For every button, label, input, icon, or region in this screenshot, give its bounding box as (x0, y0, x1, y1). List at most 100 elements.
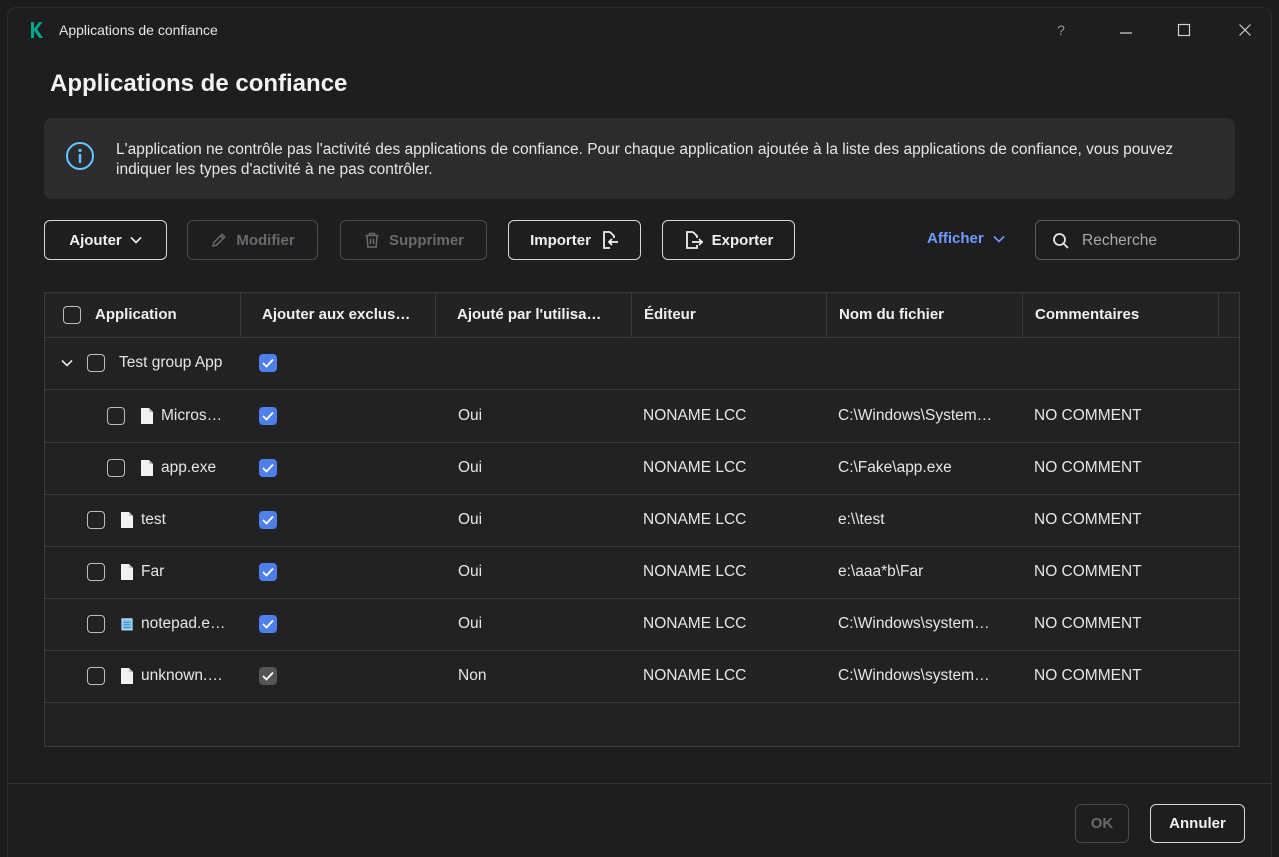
exclusion-checkbox[interactable] (259, 511, 277, 529)
modify-button[interactable]: Modifier (187, 220, 318, 260)
comment-cell: NO COMMENT (1034, 459, 1142, 476)
delete-button[interactable]: Supprimer (340, 220, 487, 260)
filename-cell: e:\\test (838, 511, 885, 528)
ok-button[interactable]: OK (1075, 804, 1129, 843)
column-header-label: Application (95, 306, 177, 323)
close-button[interactable] (1228, 16, 1262, 44)
column-header-exclusions[interactable]: Ajouter aux exclus… (241, 293, 436, 337)
exclusion-checkbox[interactable] (259, 459, 277, 477)
export-button[interactable]: Exporter (662, 220, 795, 260)
search-field[interactable] (1035, 220, 1240, 260)
comment-cell: NO COMMENT (1034, 667, 1142, 684)
table-group-row[interactable]: Test group App (45, 337, 1239, 390)
chevron-down-icon[interactable] (61, 359, 73, 367)
table-row[interactable]: test Oui NONAME LCC e:\\test NO COMMENT (45, 494, 1239, 547)
exclusion-checkbox[interactable] (259, 667, 277, 685)
comment-cell: NO COMMENT (1034, 563, 1142, 580)
row-checkbox[interactable] (87, 563, 105, 581)
added-by-user-cell: Oui (458, 563, 483, 580)
filename-cell: C:\Windows\system… (838, 615, 990, 632)
window-title: Applications de confiance (59, 22, 218, 38)
exclusion-checkbox[interactable] (259, 407, 277, 425)
delete-button-label: Supprimer (388, 231, 464, 249)
table-row[interactable]: notepad.e… Oui NONAME LCC C:\Windows\system… (45, 598, 1239, 651)
publisher-cell: NONAME LCC (643, 563, 747, 580)
info-icon (66, 142, 94, 170)
row-checkbox[interactable] (87, 615, 105, 633)
added-by-user-cell: Non (458, 667, 487, 684)
added-by-user-cell: Oui (458, 459, 483, 476)
filename-cell: C:\Fake\app.exe (838, 459, 952, 476)
application-name: app.exe (161, 459, 217, 476)
chevron-down-icon (130, 236, 142, 244)
column-header-label: Ajouté par l'utilisa… (457, 306, 602, 323)
export-button-label: Exporter (711, 231, 774, 249)
comment-cell: NO COMMENT (1034, 615, 1142, 632)
file-icon (141, 408, 153, 424)
pencil-icon (212, 233, 227, 247)
added-by-user-cell: Oui (458, 511, 483, 528)
search-input[interactable] (1080, 229, 1234, 253)
file-icon (121, 512, 133, 528)
help-button[interactable]: ? (1044, 16, 1078, 44)
filename-cell: e:\aaa*b\Far (838, 563, 924, 580)
ok-button-label: OK (1090, 815, 1114, 832)
view-dropdown-label: Afficher (927, 230, 984, 247)
table-row[interactable]: unknown.… Non NONAME LCC C:\Windows\system…… (45, 650, 1239, 703)
file-icon (121, 668, 133, 684)
exclusion-checkbox[interactable] (259, 563, 277, 581)
application-name: unknown.… (141, 667, 223, 684)
column-header-label: Nom du fichier (839, 306, 945, 323)
info-text: L'application ne contrôle pas l'activité… (116, 141, 1174, 178)
table-header: Application Ajouter aux exclus… Ajouté p… (45, 293, 1239, 338)
filename-cell: C:\Windows\system… (838, 667, 990, 684)
row-checkbox[interactable] (107, 407, 125, 425)
added-by-user-cell: Oui (458, 407, 483, 424)
table-row[interactable]: Far Oui NONAME LCC e:\aaa*b\Far NO COMMENT (45, 546, 1239, 599)
cancel-button[interactable]: Annuler (1150, 804, 1245, 843)
column-header-comments[interactable]: Commentaires (1023, 293, 1219, 337)
row-checkbox[interactable] (87, 354, 105, 372)
file-icon (141, 460, 153, 476)
table-row[interactable]: app.exe Oui NONAME LCC C:\Fake\app.exe NO CO… (45, 442, 1239, 495)
row-checkbox[interactable] (87, 511, 105, 529)
row-checkbox[interactable] (107, 459, 125, 477)
cancel-button-label: Annuler (1169, 815, 1226, 832)
search-icon (1053, 233, 1069, 249)
application-name: Test group App (119, 354, 223, 371)
import-button[interactable]: Importer (508, 220, 641, 260)
add-button-label: Ajouter (69, 231, 122, 249)
applications-table: Application Ajouter aux exclus… Ajouté p… (44, 292, 1240, 747)
application-name: test (141, 511, 166, 528)
trusted-applications-window: Applications de confiance ? Applications… (8, 8, 1271, 857)
publisher-cell: NONAME LCC (643, 615, 747, 632)
column-header-added-by-user[interactable]: Ajouté par l'utilisa… (436, 293, 632, 337)
import-icon (603, 231, 618, 249)
maximize-button[interactable] (1167, 16, 1201, 44)
publisher-cell: NONAME LCC (643, 511, 747, 528)
comment-cell: NO COMMENT (1034, 407, 1142, 424)
export-icon (685, 231, 703, 249)
row-checkbox[interactable] (87, 667, 105, 685)
info-banner: L'application ne contrôle pas l'activité… (44, 118, 1235, 199)
minimize-button[interactable] (1109, 16, 1143, 44)
table-row[interactable]: Micros… Oui NONAME LCC C:\Windows\System… NO… (45, 390, 1239, 443)
page-title: Applications de confiance (50, 70, 348, 97)
application-name: notepad.e… (141, 615, 226, 632)
view-dropdown[interactable]: Afficher (927, 230, 1005, 247)
select-all-checkbox[interactable] (63, 306, 81, 324)
exclusion-checkbox[interactable] (259, 615, 277, 633)
exclusion-checkbox[interactable] (259, 354, 277, 372)
import-button-label: Importer (530, 231, 591, 249)
minimize-icon (1120, 32, 1132, 34)
close-icon (1239, 24, 1251, 36)
publisher-cell: NONAME LCC (643, 667, 747, 684)
file-icon (121, 564, 133, 580)
column-header-publisher[interactable]: Éditeur (632, 293, 827, 337)
title-bar: Applications de confiance ? (8, 8, 1271, 52)
application-name: Micros… (161, 407, 223, 424)
comment-cell: NO COMMENT (1034, 511, 1142, 528)
added-by-user-cell: Oui (458, 615, 483, 632)
add-button[interactable]: Ajouter (44, 220, 167, 260)
column-header-filename[interactable]: Nom du fichier (827, 293, 1023, 337)
